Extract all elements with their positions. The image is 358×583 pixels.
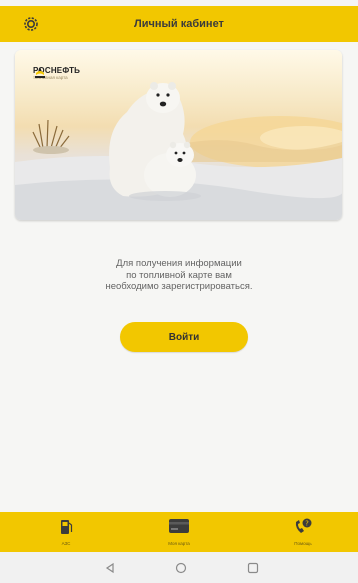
page-title: Личный кабинет [134, 18, 224, 30]
rosneft-logo-icon [35, 67, 45, 78]
fuel-pump-icon [59, 518, 73, 541]
back-icon[interactable] [104, 561, 116, 579]
info-line: по топливной карте вам [126, 269, 232, 281]
home-icon[interactable] [175, 561, 187, 579]
nav-label: Моя карта [168, 541, 190, 546]
nav-label: АЗС [61, 541, 71, 546]
card-icon [168, 518, 190, 539]
nav-label: Помощь [294, 541, 312, 546]
info-line: Для получения информации [116, 258, 242, 269]
registration-info: Для получения информации по топливной ка… [0, 258, 358, 293]
recents-icon[interactable] [247, 561, 259, 579]
login-button[interactable]: Войти [120, 322, 248, 352]
info-line: необходимо зарегистрироваться. [105, 281, 253, 292]
system-navigation-bar [0, 552, 358, 583]
brand-logo: РОСНЕФТЬ топливная карта [33, 66, 80, 80]
bottom-navigation: АЗС Моя карта ? Помощь [0, 512, 358, 552]
support-icon: ? [293, 518, 313, 541]
nav-item-my-card[interactable]: Моя карта [144, 512, 214, 552]
gear-icon[interactable] [22, 15, 40, 33]
svg-text:?: ? [305, 520, 309, 528]
nav-item-help[interactable]: ? Помощь [268, 512, 338, 552]
fuel-card-image: РОСНЕФТЬ топливная карта [15, 50, 342, 220]
app-header: Личный кабинет [0, 6, 358, 42]
nav-item-azs[interactable]: АЗС [31, 512, 101, 552]
